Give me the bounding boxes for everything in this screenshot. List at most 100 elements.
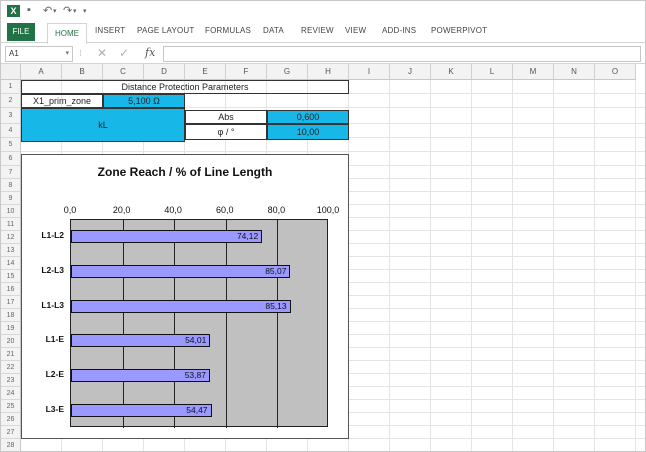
tab-home[interactable]: HOME bbox=[47, 23, 87, 44]
chart-gridline bbox=[225, 220, 227, 428]
column-header-k[interactable]: K bbox=[431, 64, 472, 80]
row-header-3[interactable]: 3 bbox=[1, 108, 21, 124]
row-header-18[interactable]: 18 bbox=[1, 309, 21, 322]
column-header-f[interactable]: F bbox=[226, 64, 267, 80]
row-header-9[interactable]: 9 bbox=[1, 192, 21, 205]
column-header-i[interactable]: I bbox=[349, 64, 390, 80]
cancel-icon[interactable]: ✕ bbox=[97, 46, 107, 60]
chart-gridline bbox=[174, 220, 176, 428]
row-header-23[interactable]: 23 bbox=[1, 374, 21, 387]
tab-file[interactable]: FILE bbox=[7, 23, 35, 41]
row-header-17[interactable]: 17 bbox=[1, 296, 21, 309]
column-header-e[interactable]: E bbox=[185, 64, 226, 80]
redo-dropdown-icon[interactable]: ▾ bbox=[73, 7, 77, 15]
row-header-15[interactable]: 15 bbox=[1, 270, 21, 283]
column-header-b[interactable]: B bbox=[62, 64, 103, 80]
grid-line bbox=[21, 151, 645, 152]
row-header-2[interactable]: 2 bbox=[1, 94, 21, 108]
undo-icon[interactable]: ↶ bbox=[43, 4, 52, 17]
kl-label-cell[interactable]: kL bbox=[21, 108, 185, 142]
column-header-a[interactable]: A bbox=[21, 64, 62, 80]
row-header-28[interactable]: 28 bbox=[1, 439, 21, 451]
category-label: L1-L3 bbox=[41, 299, 64, 310]
row-header-4[interactable]: 4 bbox=[1, 124, 21, 138]
row-header-1[interactable]: 1 bbox=[1, 80, 21, 94]
category-label: L1-L2 bbox=[41, 230, 64, 241]
x1-value-cell[interactable]: 5,100 Ω bbox=[103, 94, 185, 108]
category-label: L2-E bbox=[45, 369, 64, 379]
row-header-7[interactable]: 7 bbox=[1, 166, 21, 179]
row-header-20[interactable]: 20 bbox=[1, 335, 21, 348]
column-header-o[interactable]: O bbox=[595, 64, 636, 80]
row-header-24[interactable]: 24 bbox=[1, 387, 21, 400]
x-tick-label: 100,0 bbox=[316, 205, 340, 215]
ribbon-tabs: FILE HOME INSERT PAGE LAYOUT FORMULAS DA… bbox=[1, 21, 645, 44]
row-header-6[interactable]: 6 bbox=[1, 152, 21, 166]
column-header-l[interactable]: L bbox=[472, 64, 513, 80]
column-header-d[interactable]: D bbox=[144, 64, 185, 80]
row-header-10[interactable]: 10 bbox=[1, 205, 21, 218]
name-box-value: A1 bbox=[9, 49, 19, 58]
tab-powerpivot[interactable]: POWERPIVOT bbox=[431, 26, 487, 35]
tab-page-layout[interactable]: PAGE LAYOUT bbox=[137, 26, 194, 35]
column-header-h[interactable]: H bbox=[308, 64, 349, 80]
row-header-5[interactable]: 5 bbox=[1, 138, 21, 152]
tab-insert[interactable]: INSERT bbox=[95, 26, 125, 35]
grid-line bbox=[553, 80, 554, 451]
row-header-13[interactable]: 13 bbox=[1, 244, 21, 257]
grid-line bbox=[471, 80, 472, 451]
row-header-22[interactable]: 22 bbox=[1, 361, 21, 374]
separator-icon: ⁝ bbox=[79, 48, 82, 58]
column-header-j[interactable]: J bbox=[390, 64, 431, 80]
category-label: L3-E bbox=[45, 403, 64, 414]
grid-line bbox=[594, 80, 595, 451]
grid-line bbox=[389, 80, 390, 451]
x-tick-label: 60,0 bbox=[216, 205, 234, 215]
redo-icon[interactable]: ↷ bbox=[63, 4, 72, 17]
row-header-27[interactable]: 27 bbox=[1, 426, 21, 439]
row-header-11[interactable]: 11 bbox=[1, 218, 21, 231]
save-icon[interactable]: ▪ bbox=[27, 4, 31, 16]
undo-dropdown-icon[interactable]: ▾ bbox=[53, 7, 57, 15]
select-all-corner[interactable] bbox=[1, 64, 21, 80]
phi-label-cell[interactable]: φ / ° bbox=[185, 124, 267, 140]
abs-value-cell[interactable]: 0,600 bbox=[267, 110, 349, 124]
phi-value-cell[interactable]: 10,00 bbox=[267, 124, 349, 140]
row-header-14[interactable]: 14 bbox=[1, 257, 21, 270]
x1-label-cell[interactable]: X1_prim_zone bbox=[21, 94, 103, 108]
chart-gridline bbox=[277, 220, 279, 428]
insert-function-icon[interactable]: fx bbox=[145, 46, 155, 59]
column-header-c[interactable]: C bbox=[103, 64, 144, 80]
grid-line bbox=[430, 80, 431, 451]
column-header-n[interactable]: N bbox=[554, 64, 595, 80]
header-cell[interactable]: Distance Protection Parameters bbox=[21, 80, 349, 94]
row-header-8[interactable]: 8 bbox=[1, 179, 21, 192]
category-label: L2-L3 bbox=[41, 265, 64, 275]
row-header-25[interactable]: 25 bbox=[1, 400, 21, 413]
enter-icon[interactable]: ✓ bbox=[119, 46, 129, 60]
row-header-21[interactable]: 21 bbox=[1, 348, 21, 361]
formula-bar: A1 ▾ ⁝ ✕ ✓ fx bbox=[1, 44, 645, 64]
row-header-12[interactable]: 12 bbox=[1, 231, 21, 244]
row-header-19[interactable]: 19 bbox=[1, 322, 21, 335]
tab-data[interactable]: DATA bbox=[263, 26, 284, 35]
bar-value-label: 85,13 bbox=[265, 300, 287, 311]
customize-icon[interactable]: ▾ bbox=[83, 7, 87, 15]
tab-formulas[interactable]: FORMULAS bbox=[205, 26, 251, 35]
plot-area: 74,12 85,07 85,13 54,01 53,87 54,47 bbox=[70, 219, 328, 428]
formula-input[interactable] bbox=[163, 46, 641, 62]
grid-line bbox=[635, 80, 636, 451]
row-header-16[interactable]: 16 bbox=[1, 283, 21, 296]
tab-view[interactable]: VIEW bbox=[345, 26, 366, 35]
tab-add-ins[interactable]: ADD-INS bbox=[382, 26, 416, 35]
row-header-26[interactable]: 26 bbox=[1, 413, 21, 426]
column-header-m[interactable]: M bbox=[513, 64, 554, 80]
name-box[interactable]: A1 ▾ bbox=[5, 46, 73, 62]
abs-label-cell[interactable]: Abs bbox=[185, 110, 267, 124]
column-header-g[interactable]: G bbox=[267, 64, 308, 80]
zone-reach-chart[interactable]: Zone Reach / % of Line Length 0,0 20,0 40,… bbox=[21, 154, 349, 439]
chevron-down-icon[interactable]: ▾ bbox=[65, 47, 69, 61]
tab-review[interactable]: REVIEW bbox=[301, 26, 334, 35]
x-tick-label: 80,0 bbox=[267, 205, 286, 215]
grid-line bbox=[512, 80, 513, 451]
